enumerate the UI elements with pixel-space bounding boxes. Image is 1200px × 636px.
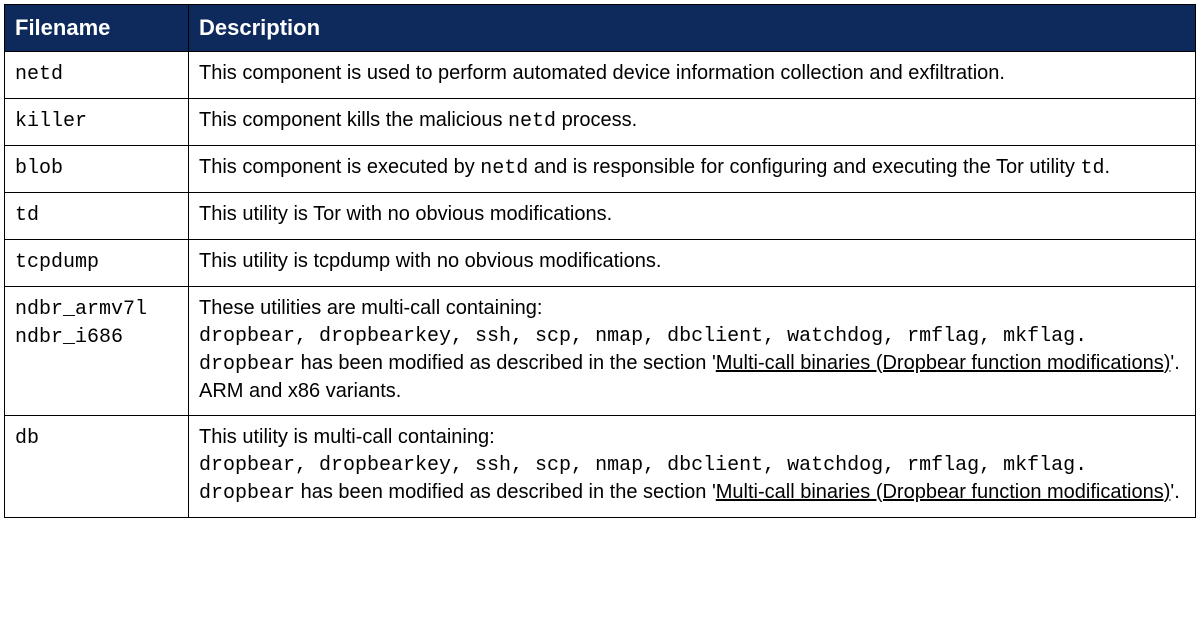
table-row: td This utility is Tor with no obvious mo… bbox=[5, 192, 1196, 239]
description-cell: This component is used to perform automa… bbox=[189, 51, 1196, 98]
text: . bbox=[1104, 156, 1110, 178]
text: '. bbox=[1170, 481, 1179, 503]
text: has been modified as described in the se… bbox=[295, 481, 716, 503]
description-cell: This component kills the malicious netd … bbox=[189, 98, 1196, 145]
filename-cell: blob bbox=[5, 145, 189, 192]
filename-cell: td bbox=[5, 192, 189, 239]
description-cell: This utility is Tor with no obvious modi… bbox=[189, 192, 1196, 239]
table-row: killer This component kills the malicious… bbox=[5, 98, 1196, 145]
code-text: netd bbox=[15, 63, 63, 86]
text: This utility is multi-call containing: bbox=[199, 426, 495, 448]
description-cell: These utilities are multi-call containin… bbox=[189, 286, 1196, 415]
header-filename: Filename bbox=[5, 5, 189, 52]
text: This component is executed by bbox=[199, 156, 480, 178]
filename-cell: db bbox=[5, 415, 189, 517]
table-row: ndbr_armv7l ndbr_i686 These utilities are … bbox=[5, 286, 1196, 415]
filename-cell: netd bbox=[5, 51, 189, 98]
code-text: ndbr_armv7l bbox=[15, 298, 147, 321]
code-text: db bbox=[15, 427, 39, 450]
code-text: ndbr_i686 bbox=[15, 326, 123, 349]
code-text: blob bbox=[15, 157, 63, 180]
text: This component kills the malicious bbox=[199, 109, 508, 131]
section-link[interactable]: Multi-call binaries (Dropbear function m… bbox=[716, 481, 1171, 503]
description-cell: This utility is tcpdump with no obvious … bbox=[189, 239, 1196, 286]
text: and is responsible for configuring and e… bbox=[528, 156, 1080, 178]
text: This utility is Tor with no obvious modi… bbox=[199, 203, 612, 225]
section-link[interactable]: Multi-call binaries (Dropbear function m… bbox=[716, 352, 1171, 374]
components-table: Filename Description netdThis component … bbox=[4, 4, 1196, 518]
code-text: td bbox=[1080, 157, 1104, 180]
header-description: Description bbox=[189, 5, 1196, 52]
code-text: tcpdump bbox=[15, 251, 99, 274]
description-cell: This utility is multi-call containing:dr… bbox=[189, 415, 1196, 517]
code-text: td bbox=[15, 204, 39, 227]
code-text: netd bbox=[480, 157, 528, 180]
table-row: blob This component is executed by netd a… bbox=[5, 145, 1196, 192]
table-row: tcpdump This utility is tcpdump with no o… bbox=[5, 239, 1196, 286]
text: This utility is tcpdump with no obvious … bbox=[199, 250, 661, 272]
filename-cell: killer bbox=[5, 98, 189, 145]
code-text: netd bbox=[508, 110, 556, 133]
table-row: db This utility is multi-call containing:… bbox=[5, 415, 1196, 517]
text: These utilities are multi-call containin… bbox=[199, 297, 543, 319]
table-row: netd This component is used to perform au… bbox=[5, 51, 1196, 98]
text: has been modified as described in the se… bbox=[295, 352, 716, 374]
description-cell: This component is executed by netd and i… bbox=[189, 145, 1196, 192]
filename-cell: tcpdump bbox=[5, 239, 189, 286]
text: process. bbox=[556, 109, 637, 131]
code-text: killer bbox=[15, 110, 87, 133]
text: This component is used to perform automa… bbox=[199, 62, 1005, 84]
filename-cell: ndbr_armv7l ndbr_i686 bbox=[5, 286, 189, 415]
table-header-row: Filename Description bbox=[5, 5, 1196, 52]
